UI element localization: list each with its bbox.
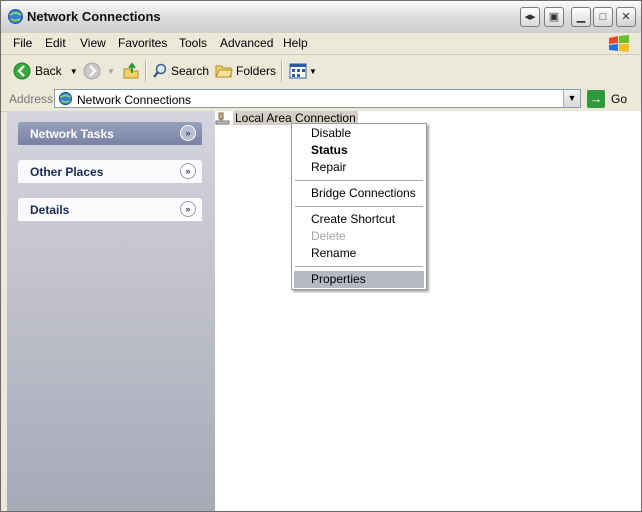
window-title: Network Connections: [27, 9, 161, 24]
go-button[interactable]: → Go: [587, 90, 627, 108]
maximize-button[interactable]: □: [593, 7, 613, 27]
minimize-button[interactable]: ▁: [571, 7, 591, 27]
network-globe-icon: [8, 9, 23, 24]
task-group-network-tasks[interactable]: Network Tasks »: [18, 122, 202, 145]
search-label: Search: [171, 64, 210, 78]
menu-separator: [295, 180, 423, 181]
forward-arrow-icon: [83, 62, 101, 80]
go-label: Go: [611, 92, 628, 106]
restore-small-button[interactable]: ▣: [544, 7, 564, 27]
back-dropdown-icon[interactable]: ▼: [70, 67, 78, 76]
search-button[interactable]: Search: [152, 61, 209, 81]
menu-item-disable[interactable]: Disable: [294, 125, 424, 142]
double-arrow-icon: ◂▸: [524, 11, 536, 23]
address-dropdown-button[interactable]: ▼: [563, 90, 580, 107]
views-dropdown-icon: ▼: [309, 66, 317, 76]
maximize-icon: □: [599, 11, 607, 23]
explorer-window: Network Connections ◂▸ ▣ ▁ □ ✕ File Edit…: [0, 0, 642, 512]
menu-separator: [295, 266, 423, 267]
search-icon: [153, 63, 167, 78]
chevron-down-icon: ▼: [567, 93, 577, 103]
menu-bar: File Edit View Favorites Tools Advanced …: [1, 33, 641, 55]
close-icon: ✕: [621, 11, 631, 23]
context-menu: Disable Status Repair Bridge Connections…: [291, 123, 427, 290]
toolbar-separator: [145, 60, 147, 82]
task-group-title: Details: [30, 203, 70, 217]
window-tile-icon: ▣: [548, 11, 560, 23]
up-folder-button[interactable]: [122, 61, 140, 81]
title-bar[interactable]: Network Connections ◂▸ ▣ ▁ □ ✕: [1, 1, 641, 34]
menu-item-create-shortcut[interactable]: Create Shortcut: [294, 211, 424, 228]
views-button[interactable]: ▼: [289, 61, 317, 81]
task-group-details[interactable]: Details »: [18, 198, 202, 221]
close-button[interactable]: ✕: [616, 7, 636, 27]
back-label: Back: [35, 64, 62, 78]
address-input[interactable]: Network Connections ▼: [54, 89, 581, 108]
menu-item-repair[interactable]: Repair: [294, 159, 424, 176]
menu-file[interactable]: File: [13, 36, 32, 50]
address-value: Network Connections: [77, 93, 192, 107]
menu-item-properties[interactable]: Properties: [294, 271, 424, 288]
task-pane: Network Tasks » Other Places » Details »: [7, 111, 215, 511]
views-grid-icon: [289, 63, 307, 79]
network-globe-icon: [58, 91, 73, 106]
back-button[interactable]: Back ▼: [13, 61, 78, 81]
chevron-down-icon[interactable]: »: [180, 201, 196, 217]
menu-tools[interactable]: Tools: [179, 36, 207, 50]
up-folder-icon: [123, 62, 139, 79]
menu-item-rename[interactable]: Rename: [294, 245, 424, 262]
task-group-title: Other Places: [30, 165, 104, 179]
content-pane: Local Area Connection: [215, 111, 641, 511]
folders-label: Folders: [236, 64, 277, 78]
task-group-other-places[interactable]: Other Places »: [18, 160, 202, 183]
chevron-down-icon[interactable]: »: [180, 125, 196, 141]
windows-logo-icon: [609, 35, 629, 52]
nav-back-forward-button[interactable]: ◂▸: [520, 7, 540, 27]
menu-help[interactable]: Help: [283, 36, 308, 50]
toolbar: Back ▼ ▼ Search Folders ▼: [1, 55, 641, 88]
menu-advanced[interactable]: Advanced: [220, 36, 273, 50]
folders-button[interactable]: Folders: [215, 61, 276, 81]
forward-button[interactable]: ▼: [83, 61, 115, 81]
toolbar-separator: [281, 60, 283, 82]
back-arrow-icon: [13, 62, 31, 80]
menu-item-delete: Delete: [311, 229, 346, 243]
task-group-title: Network Tasks: [30, 127, 114, 141]
menu-edit[interactable]: Edit: [45, 36, 66, 50]
menu-separator: [295, 206, 423, 207]
forward-dropdown-icon[interactable]: ▼: [107, 67, 115, 76]
address-label: Address: [9, 92, 54, 106]
chevron-down-icon[interactable]: »: [180, 163, 196, 179]
minimize-icon: ▁: [576, 11, 586, 23]
menu-item-status[interactable]: Status: [294, 142, 424, 159]
folders-icon: [215, 65, 233, 78]
network-connection-icon: [215, 112, 230, 125]
menu-item-bridge-connections[interactable]: Bridge Connections: [294, 185, 424, 202]
go-arrow-icon: →: [587, 90, 605, 108]
address-bar: Address Network Connections ▼ → Go: [1, 87, 641, 112]
menu-view[interactable]: View: [80, 36, 106, 50]
menu-favorites[interactable]: Favorites: [118, 36, 167, 50]
